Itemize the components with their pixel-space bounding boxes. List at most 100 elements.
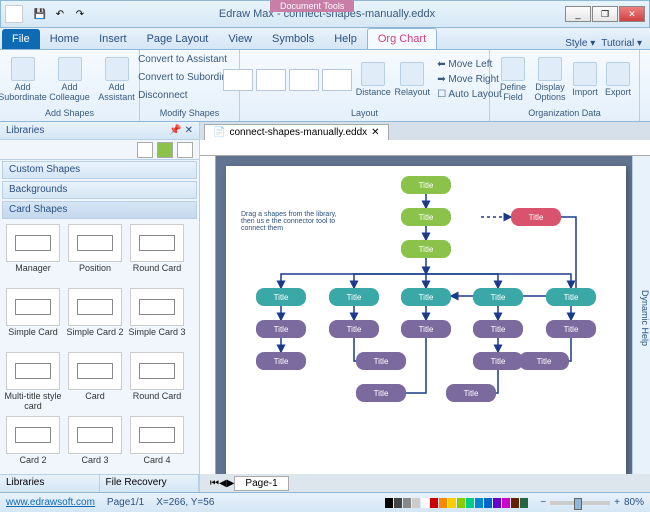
define-field-button[interactable]: Define Field: [496, 55, 530, 105]
display-options-button[interactable]: Display Options: [533, 55, 567, 105]
page-nav-next-icon[interactable]: ▶: [227, 478, 235, 489]
disconnect-button[interactable]: Disconnect: [134, 88, 191, 103]
color-swatch[interactable]: [511, 498, 519, 508]
tab-file[interactable]: File: [2, 29, 40, 49]
org-node[interactable]: Title: [256, 352, 306, 370]
import-button[interactable]: Import: [570, 60, 600, 100]
page-nav-first-icon[interactable]: ⏮: [210, 478, 219, 489]
page-nav-prev-icon[interactable]: ◀: [219, 478, 227, 489]
close-button[interactable]: ✕: [619, 6, 645, 22]
tab-view[interactable]: View: [218, 29, 262, 49]
maximize-button[interactable]: ❐: [592, 6, 618, 22]
color-swatch[interactable]: [403, 498, 411, 508]
dynamic-help-panel[interactable]: Dynamic Help: [632, 156, 650, 474]
org-node[interactable]: Title: [546, 288, 596, 306]
org-node[interactable]: Title: [401, 320, 451, 338]
color-swatch[interactable]: [421, 498, 429, 508]
zoom-in-icon[interactable]: +: [614, 497, 620, 508]
color-swatch[interactable]: [412, 498, 420, 508]
shape-thumbnail[interactable]: Simple Card 2: [66, 288, 124, 348]
org-node[interactable]: Title: [546, 320, 596, 338]
org-node[interactable]: Title: [356, 384, 406, 402]
layout-style-3-icon[interactable]: [289, 69, 319, 91]
tab-pagelayout[interactable]: Page Layout: [137, 29, 219, 49]
org-node[interactable]: Title: [256, 288, 306, 306]
add-subordinate-button[interactable]: Add Subordinate: [1, 55, 45, 105]
org-node[interactable]: Title: [401, 176, 451, 194]
qat-save-icon[interactable]: 💾: [31, 5, 49, 23]
color-swatch[interactable]: [484, 498, 492, 508]
color-swatch[interactable]: [457, 498, 465, 508]
color-swatch[interactable]: [430, 498, 438, 508]
layout-style-4-icon[interactable]: [322, 69, 352, 91]
drawing-page[interactable]: Drag a shapes from the library, then us …: [226, 166, 626, 474]
color-swatch[interactable]: [466, 498, 474, 508]
color-swatch[interactable]: [448, 498, 456, 508]
category-custom-shapes[interactable]: Custom Shapes: [2, 161, 197, 179]
tab-help[interactable]: Help: [324, 29, 367, 49]
convert-assistant-button[interactable]: Convert to Assistant: [134, 52, 231, 67]
canvas[interactable]: Drag a shapes from the library, then us …: [216, 156, 632, 474]
color-swatch[interactable]: [394, 498, 402, 508]
zoom-slider[interactable]: [550, 501, 610, 505]
layout-style-1-icon[interactable]: [223, 69, 253, 91]
sidebar-tool-3[interactable]: [177, 142, 193, 158]
sidebar-pin-icon[interactable]: 📌 ✕: [169, 125, 193, 136]
export-button[interactable]: Export: [603, 60, 633, 100]
add-assistant-button[interactable]: Add Assistant: [95, 55, 139, 105]
org-node[interactable]: Title: [473, 320, 523, 338]
color-swatch[interactable]: [493, 498, 501, 508]
org-node[interactable]: Title: [519, 352, 569, 370]
org-node[interactable]: Title: [446, 384, 496, 402]
color-swatch[interactable]: [502, 498, 510, 508]
tutorial-dropdown[interactable]: Tutorial ▾: [601, 38, 642, 49]
sidebar-add-button[interactable]: [157, 142, 173, 158]
org-node[interactable]: Title: [256, 320, 306, 338]
shape-thumbnail[interactable]: Multi-title style card: [4, 352, 62, 412]
shape-thumbnail[interactable]: Card 2: [4, 416, 62, 474]
document-tab[interactable]: 📄 connect-shapes-manually.eddx ✕: [204, 124, 389, 140]
org-node[interactable]: Title: [401, 288, 451, 306]
add-colleague-button[interactable]: Add Colleague: [48, 55, 92, 105]
org-node[interactable]: Title: [401, 208, 451, 226]
minimize-button[interactable]: _: [565, 6, 591, 22]
shape-thumbnail[interactable]: Round Card: [128, 224, 186, 284]
qat-redo-icon[interactable]: ↷: [71, 5, 89, 23]
color-swatch[interactable]: [520, 498, 528, 508]
sidebar-tab-libraries[interactable]: Libraries: [0, 475, 100, 492]
status-url[interactable]: www.edrawsoft.com: [6, 497, 95, 508]
org-node[interactable]: Title: [329, 288, 379, 306]
shape-thumbnail[interactable]: Simple Card: [4, 288, 62, 348]
style-dropdown[interactable]: Style ▾: [565, 38, 595, 49]
shape-thumbnail[interactable]: Simple Card 3: [128, 288, 186, 348]
org-node[interactable]: Title: [473, 352, 523, 370]
qat-undo-icon[interactable]: ↶: [51, 5, 69, 23]
org-node[interactable]: Title: [401, 240, 451, 258]
color-swatch[interactable]: [439, 498, 447, 508]
shape-thumbnail[interactable]: Card 4: [128, 416, 186, 474]
shape-thumbnail[interactable]: Card: [66, 352, 124, 412]
org-node[interactable]: Title: [329, 320, 379, 338]
color-palette[interactable]: [385, 498, 528, 508]
shape-thumbnail[interactable]: Manager: [4, 224, 62, 284]
color-swatch[interactable]: [475, 498, 483, 508]
org-node[interactable]: Title: [511, 208, 561, 226]
org-node[interactable]: Title: [473, 288, 523, 306]
tab-orgchart[interactable]: Org Chart: [367, 28, 437, 49]
tab-symbols[interactable]: Symbols: [262, 29, 324, 49]
shape-thumbnail[interactable]: Round Card: [128, 352, 186, 412]
layout-style-2-icon[interactable]: [256, 69, 286, 91]
category-card-shapes[interactable]: Card Shapes: [2, 201, 197, 219]
tab-home[interactable]: Home: [40, 29, 89, 49]
color-swatch[interactable]: [385, 498, 393, 508]
distance-button[interactable]: Distance: [355, 60, 391, 100]
relayout-button[interactable]: Relayout: [394, 60, 430, 100]
zoom-out-icon[interactable]: −: [540, 497, 546, 508]
tab-insert[interactable]: Insert: [89, 29, 137, 49]
shape-thumbnail[interactable]: Position: [66, 224, 124, 284]
sidebar-tab-filerecovery[interactable]: File Recovery: [100, 475, 200, 492]
shape-thumbnail[interactable]: Card 3: [66, 416, 124, 474]
org-node[interactable]: Title: [356, 352, 406, 370]
page-tab[interactable]: Page-1: [234, 476, 288, 491]
sidebar-tool-1[interactable]: [137, 142, 153, 158]
